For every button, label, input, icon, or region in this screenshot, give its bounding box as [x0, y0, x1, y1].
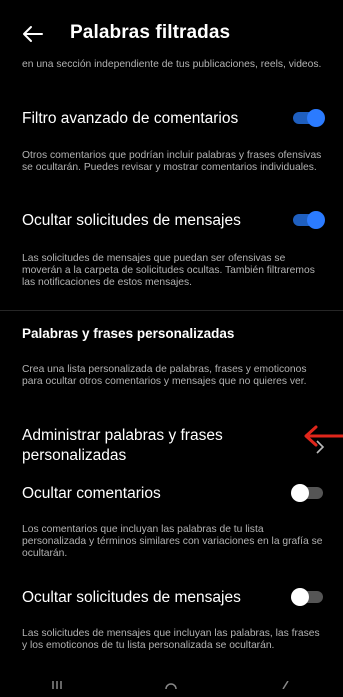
- arrow-left-icon: [23, 26, 43, 42]
- red-arrow-icon: [304, 425, 343, 447]
- hide-custom-message-requests-toggle[interactable]: [291, 588, 323, 606]
- custom-section-title: Palabras y frases personalizadas: [22, 326, 235, 341]
- hide-message-requests-description: Las solicitudes de mensajes que puedan s…: [22, 253, 315, 288]
- hide-custom-message-requests-label: Ocultar solicitudes de mensajes: [22, 589, 241, 606]
- hide-comments-label: Ocultar comentarios: [22, 485, 161, 502]
- status-bar: [0, 0, 343, 10]
- page-title: Palabras filtradas: [70, 22, 231, 43]
- hide-custom-message-requests-description: Las solicitudes de mensajes que incluyan…: [22, 628, 320, 651]
- toggle-knob: [291, 484, 309, 502]
- advanced-filter-toggle[interactable]: [293, 109, 325, 127]
- top-app-bar: Palabras filtradas: [0, 14, 343, 54]
- hide-comments-toggle[interactable]: [291, 484, 323, 502]
- toggle-knob: [307, 109, 325, 127]
- hide-message-requests-label: Ocultar solicitudes de mensajes: [22, 212, 241, 229]
- manage-custom-words-label[interactable]: Administrar palabras y frases personaliz…: [22, 426, 272, 466]
- toggle-knob: [307, 211, 325, 229]
- system-nav-bar: [0, 680, 343, 697]
- back-nav-icon[interactable]: [278, 680, 294, 690]
- advanced-filter-description: Otros comentarios que podrían incluir pa…: [22, 150, 322, 173]
- recents-icon[interactable]: [49, 681, 65, 689]
- intro-description: en una sección independiente de tus publ…: [22, 59, 322, 70]
- home-icon[interactable]: [163, 681, 179, 690]
- toggle-knob: [291, 588, 309, 606]
- back-button[interactable]: [18, 22, 46, 46]
- advanced-filter-label: Filtro avanzado de comentarios: [22, 110, 239, 127]
- custom-section-description: Crea una lista personalizada de palabras…: [22, 364, 307, 387]
- section-divider: [0, 310, 343, 311]
- hide-comments-description: Los comentarios que incluyan las palabra…: [22, 524, 323, 559]
- hide-message-requests-toggle[interactable]: [293, 211, 325, 229]
